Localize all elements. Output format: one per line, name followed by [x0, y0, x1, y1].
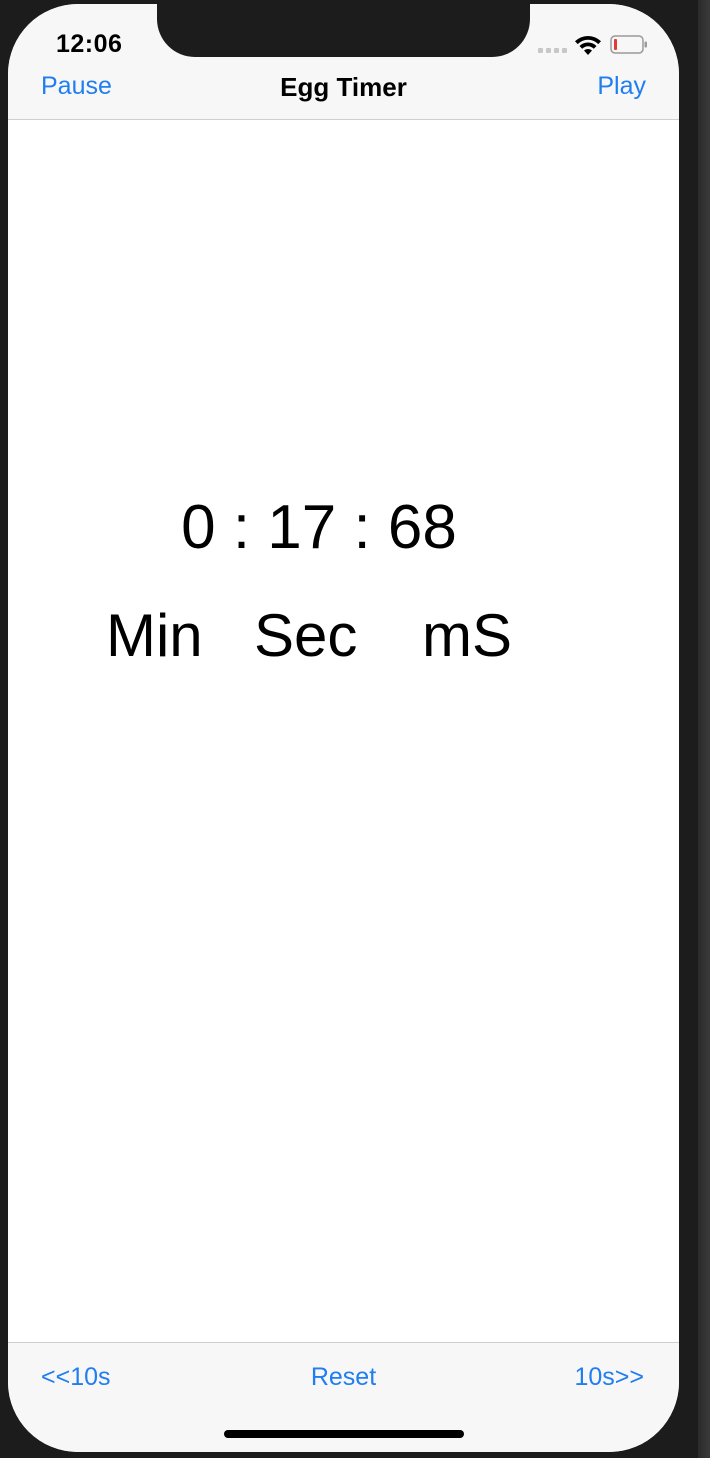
device-frame: 12:06 Pause Egg Timer Play 0 : 17 : 68 M…: [0, 0, 710, 1458]
minutes-label: Min: [106, 602, 203, 669]
milliseconds-label: mS: [422, 602, 512, 669]
status-time: 12:06: [56, 30, 123, 58]
navigation-bar: Pause Egg Timer Play: [8, 64, 679, 120]
rewind-10s-button[interactable]: <<10s: [41, 1363, 111, 1392]
device-notch: [157, 4, 530, 57]
forward-10s-button[interactable]: 10s>>: [574, 1363, 644, 1392]
page-title: Egg Timer: [280, 72, 407, 102]
wifi-icon: [575, 35, 601, 55]
reset-button[interactable]: Reset: [284, 1363, 404, 1392]
battery-icon: [610, 35, 647, 54]
seconds-label: Sec: [254, 602, 358, 669]
cellular-signal-icon: [538, 48, 567, 53]
timer-display: 0 : 17 : 68: [181, 493, 457, 562]
app-screen: 12:06 Pause Egg Timer Play 0 : 17 : 68 M…: [8, 4, 679, 1452]
play-button[interactable]: Play: [597, 72, 646, 101]
device-frame-edge: [698, 0, 710, 1458]
home-indicator[interactable]: [224, 1430, 464, 1438]
